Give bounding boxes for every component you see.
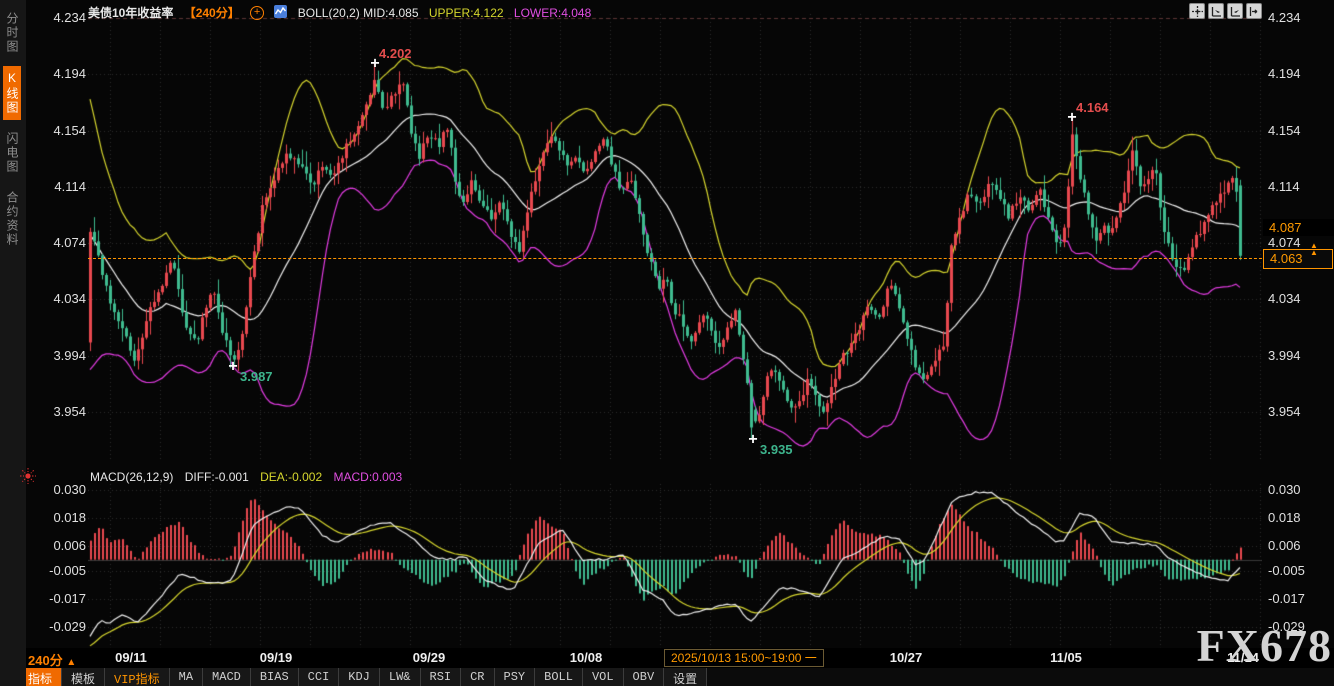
add-indicator-icon[interactable]: + [250, 6, 264, 20]
trading-app-window: 分时图 K线图闪电图合约资料 美债10年收益率 【240分】 + BOLL(20,… [0, 0, 1334, 686]
toolbar-item-BIAS[interactable]: BIAS [250, 668, 298, 686]
shift-right-icon[interactable] [1246, 3, 1262, 19]
indicator-toolbar: 指标模板VIP指标MAMACDBIASCCIKDJLW&RSICRPSYBOLL… [0, 668, 1334, 686]
scale-axis-left-icon[interactable] [1208, 3, 1224, 19]
price-tick-right: 3.954 [1268, 404, 1328, 419]
current-price-dashed-line [88, 258, 1322, 259]
sidebar-tab-闪电图[interactable]: 闪电图 [3, 127, 21, 179]
chart-style-icon[interactable] [274, 5, 287, 21]
price-tick-right: 3.994 [1268, 348, 1328, 363]
macd-name: MACD(26,12,9) [90, 470, 173, 484]
macd-dea-readout: DEA:-0.002 [260, 470, 322, 484]
price-tick-right: 4.234 [1268, 10, 1328, 25]
extreme-cross-marker: + [228, 356, 237, 374]
boll-lower-readout: LOWER:4.048 [514, 6, 591, 20]
toolbar-item-KDJ[interactable]: KDJ [338, 668, 379, 686]
macd-tick-right: 0.018 [1268, 510, 1328, 525]
price-tick-left: 4.034 [40, 291, 86, 306]
date-label-10/27: 10/27 [890, 650, 923, 665]
price-tick-left: 4.234 [40, 10, 86, 25]
crosshair-date-box: 2025/10/13 15:00~19:00 一 [664, 649, 824, 667]
toolbar-item-VOL[interactable]: VOL [582, 668, 623, 686]
price-tick-right: 4.034 [1268, 291, 1328, 306]
sidebar-tab-合约资料[interactable]: 合约资料 [3, 186, 21, 252]
macd-tick-left: 0.018 [40, 510, 86, 525]
date-label-09/19: 09/19 [260, 650, 293, 665]
toolbar-item-CCI[interactable]: CCI [298, 668, 339, 686]
date-label-09/29: 09/29 [413, 650, 446, 665]
alert-dot-icon[interactable] [20, 468, 36, 489]
toolbar-item-OBV[interactable]: OBV [623, 668, 664, 686]
toolbar-item-设置[interactable]: 设置 [663, 668, 707, 686]
chart-title-bar: 美债10年收益率 【240分】 + BOLL(20,2) MID:4.085 U… [88, 4, 598, 20]
toolbar-item-模板[interactable]: 模板 [61, 668, 104, 686]
price-tick-left: 4.154 [40, 123, 86, 138]
macd-tick-right: 0.030 [1268, 482, 1328, 497]
price-tick-left: 3.994 [40, 348, 86, 363]
macd-chart-canvas[interactable] [88, 474, 1262, 654]
period-selector[interactable]: 240分 ▲ [28, 650, 76, 669]
toolbar-item-CR[interactable]: CR [460, 668, 493, 686]
macd-tick-left: -0.029 [40, 619, 86, 634]
price-tick-left: 4.194 [40, 66, 86, 81]
toolbar-item-VIP指标[interactable]: VIP指标 [104, 668, 169, 686]
price-chart-canvas[interactable] [88, 0, 1262, 470]
double-up-arrow-icon[interactable]: ▲▲ [1310, 242, 1318, 256]
period-badge[interactable]: 【240分】 [184, 6, 240, 20]
toolbar-item-LW&[interactable]: LW& [379, 668, 420, 686]
toolbar-item-BOLL[interactable]: BOLL [534, 668, 582, 686]
extreme-price-label: 4.202 [379, 46, 412, 61]
macd-tick-right: 0.006 [1268, 538, 1328, 553]
macd-tick-left: 0.006 [40, 538, 86, 553]
macd-tick-right: -0.017 [1268, 591, 1328, 606]
price-tick-right: 4.154 [1268, 123, 1328, 138]
toolbar-item-PSY[interactable]: PSY [494, 668, 535, 686]
current-price-box[interactable]: 4.063 [1263, 249, 1333, 269]
extreme-price-label: 3.987 [240, 369, 273, 384]
extreme-price-label: 4.164 [1076, 100, 1109, 115]
toolbar-item-MACD[interactable]: MACD [202, 668, 250, 686]
price-tick-left: 4.114 [40, 179, 86, 194]
boll-mid-readout: BOLL(20,2) MID:4.085 [298, 6, 419, 20]
macd-tick-left: -0.005 [40, 563, 86, 578]
macd-diff-readout: DIFF:-0.001 [185, 470, 249, 484]
crosshair-pan-icon[interactable] [1189, 3, 1205, 19]
sidebar-tab-分时图[interactable]: 分时图 [3, 7, 21, 59]
toolbar-item-RSI[interactable]: RSI [420, 668, 461, 686]
time-axis: 240分 ▲ 2025/10/13 15:00~19:00 一 09/11 09/… [0, 648, 1334, 668]
symbol-name: 美债10年收益率 [88, 6, 173, 20]
brand-watermark: FX678 [1197, 619, 1332, 672]
scale-axis-right-icon[interactable] [1227, 3, 1243, 19]
sidebar-tab-K线图[interactable]: K线图 [3, 66, 21, 120]
date-label-11/05: 11/05 [1050, 650, 1082, 665]
price-tick-left: 4.074 [40, 235, 86, 250]
date-label-09/11: 09/11 [115, 650, 147, 665]
last-price-label: 4.087 [1263, 219, 1334, 236]
extreme-price-label: 3.935 [760, 442, 793, 457]
date-label-10/08: 10/08 [570, 650, 603, 665]
chart-tool-icons [1189, 3, 1262, 19]
macd-tick-right: -0.005 [1268, 563, 1328, 578]
price-tick-left: 3.954 [40, 404, 86, 419]
macd-tick-left: -0.017 [40, 591, 86, 606]
price-tick-right: 4.114 [1268, 179, 1328, 194]
boll-upper-readout: UPPER:4.122 [429, 6, 504, 20]
toolbar-item-MA[interactable]: MA [169, 668, 202, 686]
macd-header: MACD(26,12,9) DIFF:-0.001 DEA:-0.002 MAC… [90, 470, 410, 484]
extreme-cross-marker: + [748, 429, 757, 447]
price-tick-right: 4.194 [1268, 66, 1328, 81]
macd-tick-left: 0.030 [40, 482, 86, 497]
macd-bar-readout: MACD:0.003 [333, 470, 402, 484]
chart-type-sidebar: 分时图 K线图闪电图合约资料 [0, 0, 26, 686]
price-tick-right: 4.074 [1268, 235, 1328, 250]
